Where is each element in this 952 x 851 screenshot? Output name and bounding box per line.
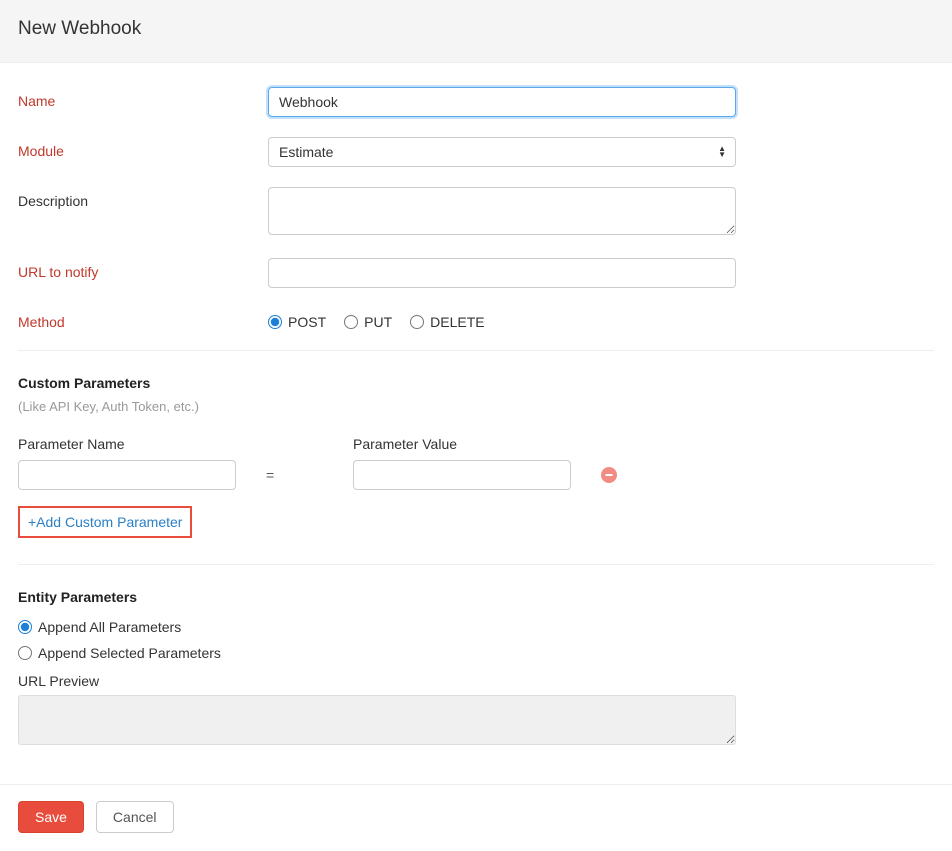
cancel-button[interactable]: Cancel — [96, 801, 174, 833]
radio-append-all[interactable] — [18, 620, 32, 634]
param-name-input[interactable] — [18, 460, 236, 490]
append-selected-radio[interactable]: Append Selected Parameters — [18, 645, 934, 661]
radio-delete[interactable] — [410, 315, 424, 329]
param-value-input[interactable] — [353, 460, 571, 490]
save-button[interactable]: Save — [18, 801, 84, 833]
module-label: Module — [18, 137, 268, 159]
name-label: Name — [18, 87, 268, 109]
custom-params-title: Custom Parameters — [18, 375, 934, 391]
page-title: New Webhook — [18, 18, 934, 40]
url-label: URL to notify — [18, 258, 268, 280]
footer: Save Cancel — [0, 784, 952, 851]
entity-parameters-section: Entity Parameters Append All Parameters … — [18, 589, 934, 748]
webhook-form: Name Module Estimate ▲▼ Description URL … — [0, 63, 952, 748]
entity-params-title: Entity Parameters — [18, 589, 934, 605]
method-delete-label: DELETE — [430, 314, 484, 330]
add-custom-param-link[interactable]: +Add Custom Parameter — [28, 514, 182, 530]
radio-put[interactable] — [344, 315, 358, 329]
custom-parameters-section: Custom Parameters (Like API Key, Auth To… — [18, 375, 934, 538]
param-value-header: Parameter Value — [353, 436, 571, 452]
append-all-label: Append All Parameters — [38, 619, 181, 635]
page-header: New Webhook — [0, 0, 952, 63]
method-radio-delete[interactable]: DELETE — [410, 314, 484, 330]
remove-param-button[interactable] — [601, 467, 617, 483]
radio-post[interactable] — [268, 315, 282, 329]
url-preview-label: URL Preview — [18, 673, 934, 689]
name-input[interactable] — [268, 87, 736, 117]
url-input[interactable] — [268, 258, 736, 288]
divider — [18, 350, 934, 351]
minus-icon — [604, 470, 614, 480]
custom-params-subtitle: (Like API Key, Auth Token, etc.) — [18, 399, 934, 414]
equals-sign: = — [236, 467, 353, 483]
method-radio-put[interactable]: PUT — [344, 314, 392, 330]
method-label: Method — [18, 308, 268, 330]
method-post-label: POST — [288, 314, 326, 330]
radio-append-selected[interactable] — [18, 646, 32, 660]
custom-param-row: = — [18, 460, 934, 490]
append-selected-label: Append Selected Parameters — [38, 645, 221, 661]
append-all-radio[interactable]: Append All Parameters — [18, 619, 934, 635]
param-name-header: Parameter Name — [18, 436, 236, 452]
description-textarea[interactable] — [268, 187, 736, 235]
description-label: Description — [18, 187, 268, 209]
module-select[interactable]: Estimate — [268, 137, 736, 167]
add-custom-param-highlight: +Add Custom Parameter — [18, 506, 192, 538]
method-put-label: PUT — [364, 314, 392, 330]
url-preview-box — [18, 695, 736, 745]
divider — [18, 564, 934, 565]
method-radio-post[interactable]: POST — [268, 314, 326, 330]
